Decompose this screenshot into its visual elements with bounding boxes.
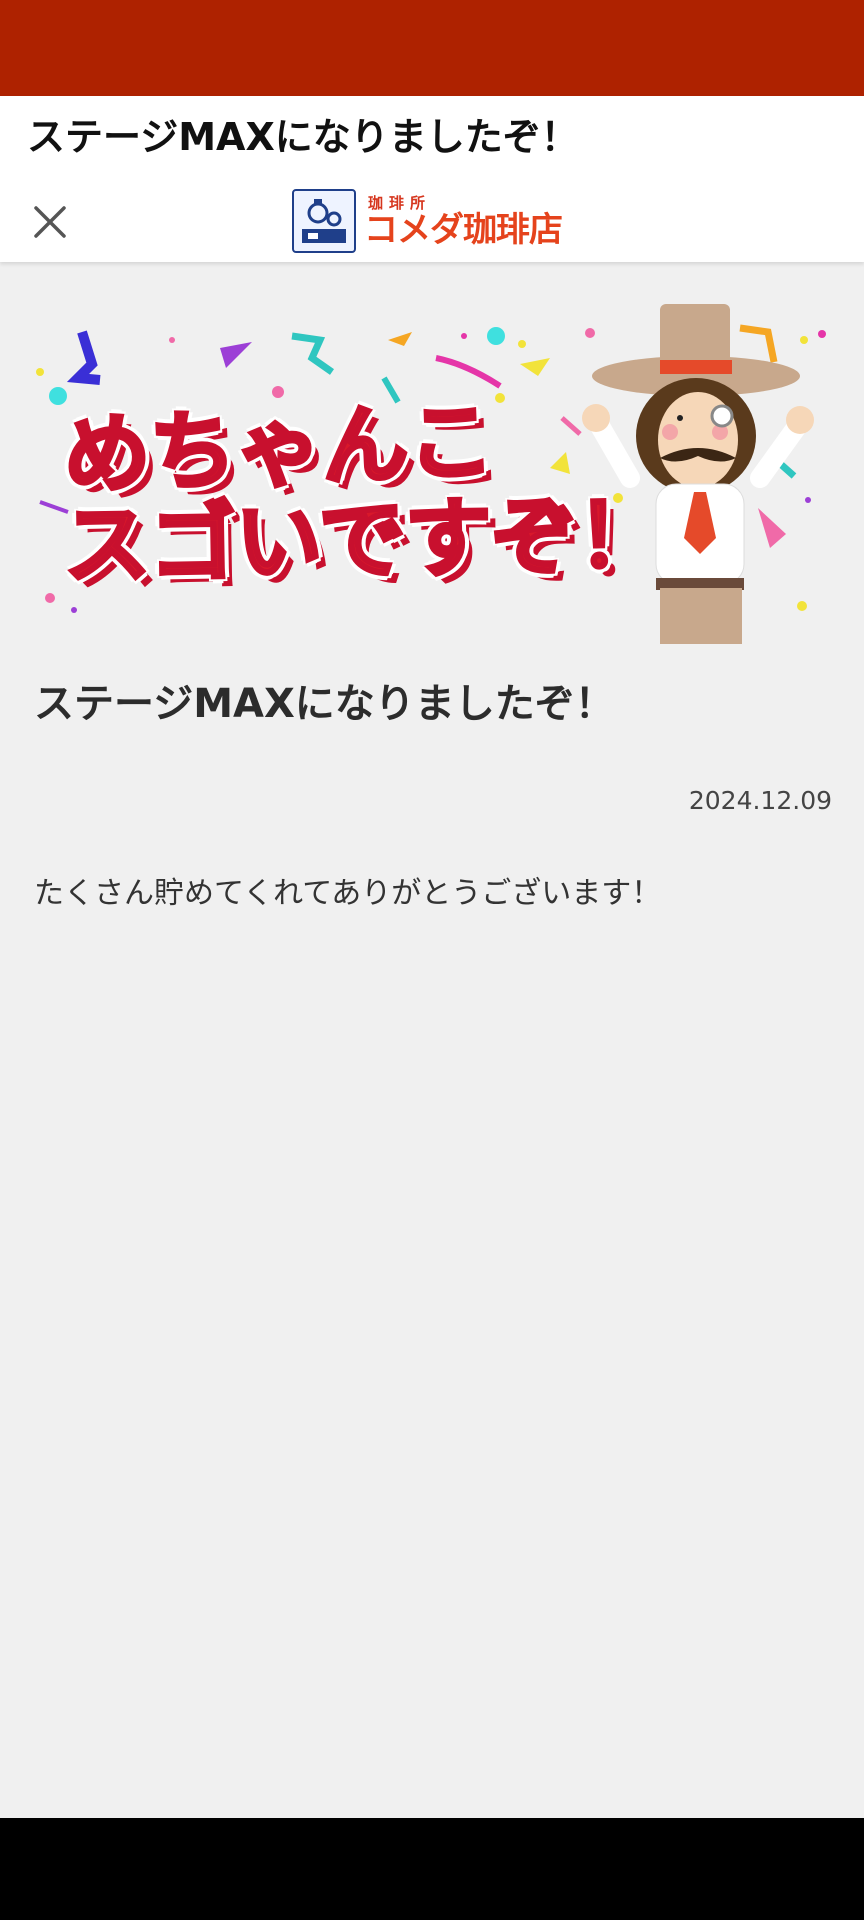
logo-main-text: コメダ珈琲店: [364, 209, 563, 250]
logo-mark-icon: [292, 189, 356, 253]
brand-logo: 珈琲所 コメダ珈琲店: [292, 188, 572, 254]
banner-headline-line2: スゴいですぞ！: [61, 484, 666, 598]
system-navigation-bar: [0, 1818, 864, 1920]
close-icon: [34, 206, 66, 238]
banner-headline-line1: めちゃんこ: [60, 390, 497, 509]
page-title: ステージMAXになりましたぞ！: [27, 115, 579, 159]
article-date: 2024.12.09: [688, 786, 832, 815]
logo-subtext: 珈琲所: [368, 193, 432, 212]
status-bar: [0, 0, 864, 96]
close-button[interactable]: [26, 198, 74, 246]
article-body: たくさん貯めてくれてありがとうございます！: [34, 876, 662, 911]
header: ステージMAXになりましたぞ！ 珈琲所 コメダ珈琲店: [0, 96, 864, 262]
celebration-banner: めちゃんこ スゴいですぞ！: [30, 298, 836, 644]
mascot-character: [582, 304, 814, 644]
article-title: ステージMAXになりましたぞ！: [34, 681, 615, 727]
